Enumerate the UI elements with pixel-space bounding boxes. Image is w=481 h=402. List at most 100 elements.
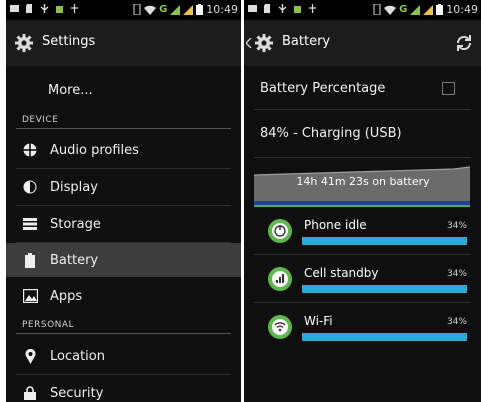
lock-icon — [22, 385, 38, 401]
divider — [254, 254, 471, 255]
storage-icon — [22, 216, 38, 232]
usage-name: Wi-Fi — [304, 314, 333, 328]
personal-section-header: PERSONAL — [22, 320, 75, 330]
sidebar-item-battery[interactable]: Battery — [6, 243, 241, 277]
sidebar-item-label: Battery — [50, 252, 99, 268]
action-bar: Battery — [244, 20, 481, 66]
status-bar: G 10:49 — [244, 0, 481, 20]
network-type-label: G — [399, 4, 408, 15]
battery-percentage-setting[interactable]: Battery Percentage — [244, 68, 481, 108]
sidebar-item-storage[interactable]: Storage — [6, 207, 241, 241]
sidebar-item-label: Security — [50, 385, 104, 401]
usage-row-phone-idle[interactable]: Phone idle 34% — [244, 209, 481, 255]
sidebar-item-label: Location — [50, 348, 105, 364]
usb-icon — [40, 4, 49, 13]
settings-pane: G 10:49 Settings More... DEVICE Audio pr… — [6, 0, 241, 402]
signal-icon-2 — [423, 4, 434, 15]
divider — [16, 205, 231, 206]
notification-icons — [248, 4, 317, 13]
settings-gear-icon[interactable] — [14, 33, 34, 53]
wifi-icon — [384, 5, 397, 15]
vibrate-icon — [373, 4, 381, 15]
network-type-label: G — [159, 4, 168, 15]
battery-percentage-label: Battery Percentage — [260, 80, 386, 96]
usb-icon — [278, 4, 287, 13]
usage-row-cell-standby[interactable]: Cell standby 34% — [244, 257, 481, 303]
notification-icon — [10, 5, 19, 12]
sidebar-item-location[interactable]: Location — [6, 339, 241, 373]
refresh-icon[interactable] — [455, 34, 473, 52]
signal-icon-2 — [183, 4, 194, 15]
sidebar-item-apps[interactable]: Apps — [6, 279, 241, 313]
system-icons: G 10:49 — [373, 3, 478, 16]
chevron-left-icon — [246, 38, 252, 48]
divider — [254, 109, 471, 110]
action-bar: Settings — [6, 20, 241, 66]
system-icons: G 10:49 — [133, 3, 238, 16]
notification-icon — [248, 5, 257, 12]
usage-percent: 34% — [446, 317, 467, 327]
more-label: More... — [48, 82, 93, 98]
clock: 10:49 — [446, 3, 478, 16]
usage-percent: 34% — [446, 269, 467, 279]
sd-card-icon — [26, 4, 32, 13]
usage-bar — [302, 285, 467, 293]
battery-icon — [22, 252, 38, 268]
usage-bar-fill — [302, 285, 467, 293]
apps-icon — [22, 288, 38, 304]
usage-bar — [302, 237, 467, 245]
usage-bar — [302, 333, 467, 341]
up-navigation-button[interactable] — [246, 32, 286, 56]
status-bar: G 10:49 — [6, 0, 241, 20]
battery-percentage-checkbox[interactable] — [442, 82, 455, 95]
usage-row-wifi[interactable]: Wi-Fi 34% — [244, 305, 481, 351]
battery-history-graph[interactable]: 14h 41m 23s on battery — [253, 163, 472, 207]
battery-duration-label: 14h 41m 23s on battery — [296, 175, 430, 188]
section-divider — [16, 333, 231, 334]
sidebar-item-security[interactable]: Security — [6, 376, 241, 402]
battery-status-text: 84% - Charging (USB) — [260, 125, 402, 141]
audio-profiles-icon — [22, 142, 38, 158]
signal-icon — [410, 4, 421, 15]
location-pin-icon — [22, 348, 38, 364]
android-icon — [294, 6, 301, 13]
signal-icon — [170, 4, 181, 15]
debug-icon — [71, 4, 78, 13]
wifi-icon — [268, 315, 292, 339]
divider — [16, 374, 231, 375]
sd-card-icon — [264, 4, 270, 13]
usage-name: Phone idle — [304, 218, 367, 232]
battery-icon — [196, 4, 204, 15]
sidebar-item-audio-profiles[interactable]: Audio profiles — [6, 133, 241, 167]
android-icon — [56, 6, 63, 13]
notification-icons — [10, 4, 79, 13]
cell-signal-icon — [268, 267, 292, 291]
usage-percent: 34% — [446, 221, 467, 231]
divider — [254, 157, 471, 158]
sidebar-item-display[interactable]: Display — [6, 170, 241, 204]
battery-status-row: 84% - Charging (USB) — [244, 113, 481, 153]
wifi-icon — [144, 5, 157, 15]
sidebar-item-label: Apps — [50, 288, 83, 304]
sidebar-item-label: Audio profiles — [50, 142, 139, 158]
battery-icon — [436, 4, 444, 15]
divider — [16, 168, 231, 169]
display-icon — [22, 179, 38, 195]
settings-gear-icon — [255, 34, 273, 52]
device-section-header: DEVICE — [22, 115, 59, 125]
sidebar-item-label: Storage — [50, 216, 101, 232]
sidebar-item-label: Display — [50, 179, 98, 195]
page-title: Battery — [282, 34, 331, 49]
section-divider — [16, 128, 231, 129]
usage-bar-fill — [302, 237, 467, 245]
divider — [254, 302, 471, 303]
battery-pane: G 10:49 Battery Battery Percentage 84% -… — [244, 0, 481, 402]
debug-icon — [309, 4, 316, 13]
usage-bar-fill — [302, 333, 467, 341]
power-icon — [268, 219, 292, 243]
vibrate-icon — [133, 4, 141, 15]
page-title: Settings — [42, 34, 96, 49]
usage-name: Cell standby — [304, 266, 379, 280]
clock: 10:49 — [206, 3, 238, 16]
more-item[interactable]: More... — [6, 77, 241, 103]
